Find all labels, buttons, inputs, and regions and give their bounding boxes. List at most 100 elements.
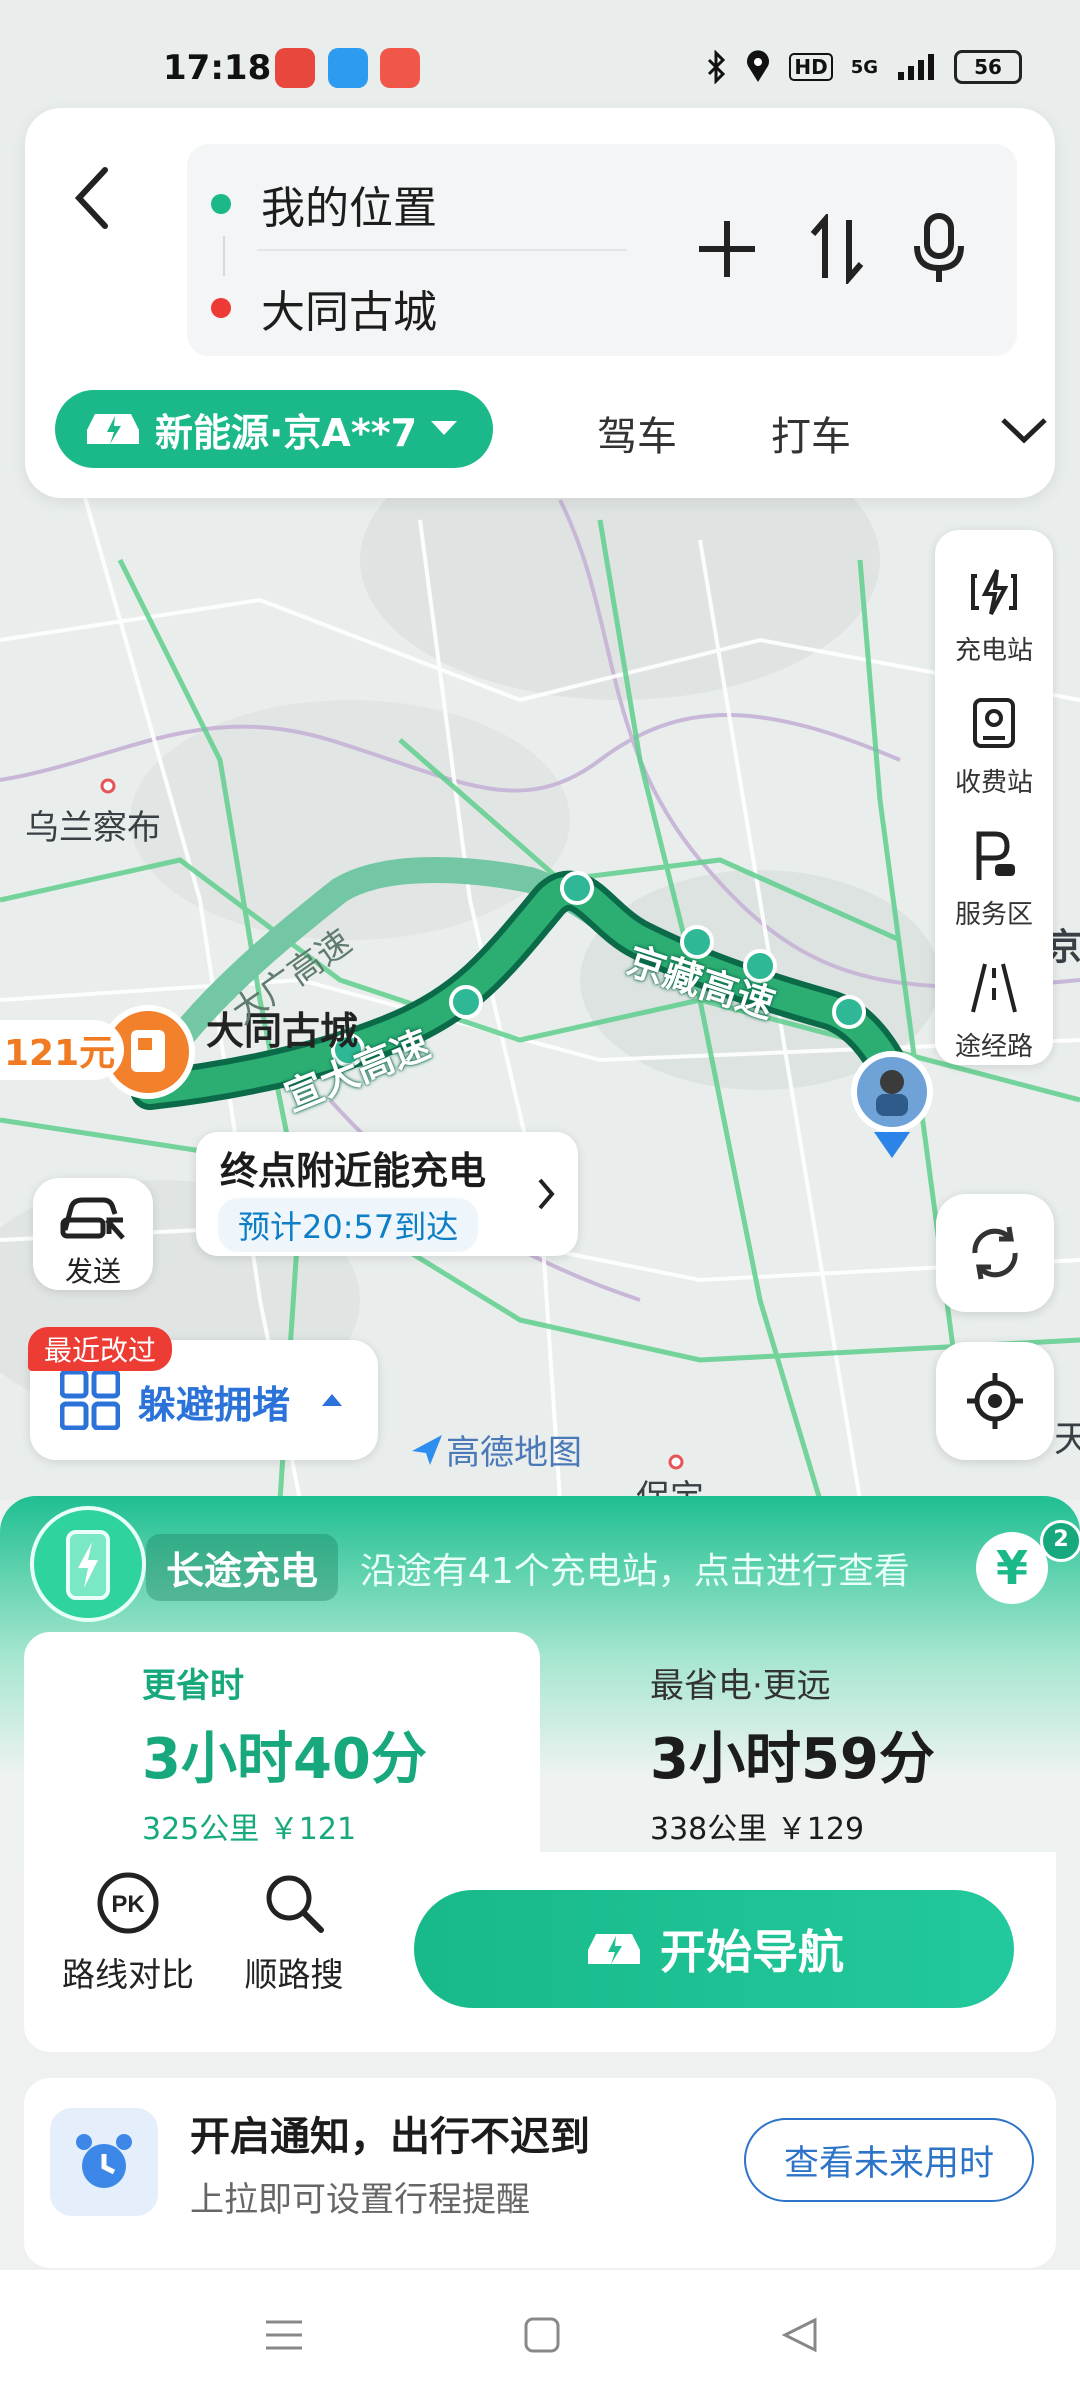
grid-icon: [60, 1370, 120, 1430]
voice-input-button[interactable]: [899, 204, 979, 294]
start-navigation-button[interactable]: 开始导航: [414, 1890, 1014, 2008]
caret-up-icon: [322, 1394, 342, 1406]
route-option-efficient[interactable]: 最省电·更远 3小时59分 338公里 ￥129: [540, 1632, 1056, 1852]
add-waypoint-button[interactable]: [687, 204, 767, 294]
refresh-route-button[interactable]: [936, 1194, 1054, 1312]
charging-icon: [971, 569, 1017, 615]
route-divider: [257, 249, 627, 251]
pk-icon: PK: [97, 1872, 159, 1934]
network-type: 5G: [850, 56, 878, 78]
map-layer-toolbar: 充电站 收费站 服务区 途经路: [935, 530, 1053, 1065]
refresh-icon: [972, 1226, 1018, 1280]
long-charge-description: 沿途有41个充电站，点击进行查看: [360, 1551, 910, 1592]
route-option-time: 3小时59分: [650, 1727, 935, 1792]
route-option-fastest[interactable]: 更省时 3小时40分 325公里 ￥121: [24, 1632, 540, 1852]
view-future-time-button[interactable]: 查看未来用时: [744, 2118, 1034, 2202]
tool-label: 服务区: [954, 900, 1033, 930]
tool-charging-station[interactable]: 充电站: [935, 550, 1053, 680]
battery-charge-icon: [30, 1506, 146, 1622]
ev-car-icon: [87, 414, 139, 444]
route-action-card: PK 路线对比 顺路搜 开始导航: [24, 1852, 1056, 2052]
route-compare-label: 路线对比: [62, 1955, 194, 1994]
alarm-icon: [76, 2134, 132, 2188]
home-nav-button[interactable]: [512, 2310, 572, 2360]
send-label: 发送: [64, 1255, 121, 1288]
tab-drive[interactable]: 驾车: [597, 404, 677, 462]
toll-station-icon: [973, 698, 1015, 748]
menu-nav-button[interactable]: [254, 2310, 314, 2360]
destination-text: 大同古城: [261, 287, 437, 338]
route-compare-button[interactable]: PK 路线对比: [58, 1870, 198, 1996]
tool-via-road[interactable]: 途经路: [935, 946, 1053, 1076]
bluetooth-icon: [708, 50, 726, 84]
ev-car-icon: [588, 1934, 640, 1964]
callout-title: 终点附近能充电: [220, 1149, 487, 1193]
route-options: 更省时 3小时40分 325公里 ￥121 最省电·更远 3小时59分 338公…: [24, 1632, 1056, 1852]
swap-icon: [810, 214, 864, 284]
callout-eta: 预计20:57到达: [218, 1198, 479, 1252]
route-option-meta: 325公里 ￥121: [142, 1812, 357, 1847]
destination-dot: [211, 298, 231, 318]
car-send-icon: [60, 1197, 125, 1240]
status-bar: 17:18 HD 5G 56: [0, 40, 1080, 100]
battery-icon: 56: [954, 50, 1022, 84]
route-option-label: 最省电·更远: [650, 1666, 831, 1706]
route-option-label: 更省时: [142, 1666, 244, 1706]
avoid-congestion-label: 躲避拥堵: [138, 1383, 291, 1427]
road-icon: [971, 963, 1017, 1013]
location-icon: [747, 50, 770, 82]
signal-icon: [898, 54, 934, 80]
tool-toll-station[interactable]: 收费站: [935, 682, 1053, 812]
place-label-ulanqab: 乌兰察布: [25, 808, 161, 848]
long-charge-banner[interactable]: 长途充电 沿途有41个充电站，点击进行查看 ¥ 2: [30, 1506, 1080, 1626]
locate-me-button[interactable]: [936, 1342, 1054, 1460]
tab-taxi[interactable]: 打车: [771, 404, 851, 462]
route-option-meta: 338公里 ￥129: [650, 1812, 865, 1847]
coupon-icon[interactable]: ¥: [976, 1532, 1048, 1604]
notification-app-icon: [275, 48, 315, 88]
swap-route-button[interactable]: [797, 204, 877, 294]
back-triangle-icon: [781, 2317, 817, 2353]
amap-brand-label: 高德地图: [446, 1433, 582, 1473]
destination-charging-callout[interactable]: 终点附近能充电 预计20:57到达: [196, 1132, 578, 1256]
vehicle-selector[interactable]: 新能源·京A**7: [55, 390, 493, 468]
route-inputs: 我的位置 大同古城: [187, 144, 1017, 356]
back-arrow-icon[interactable]: [65, 158, 125, 238]
chevron-right-icon: [538, 1178, 555, 1210]
music-app-icon: [380, 48, 420, 88]
home-square-icon: [524, 2317, 560, 2353]
route-search-card: 我的位置 大同古城 新能源·京A**7 驾车 打车: [25, 108, 1055, 498]
route-bottom-sheet: 长途充电 沿途有41个充电站，点击进行查看 ¥ 2 更省时 3小时40分 325…: [0, 1496, 1080, 2400]
tool-label: 充电站: [954, 636, 1033, 666]
hd-icon: HD: [789, 53, 833, 81]
travel-mode-row: 新能源·京A**7 驾车 打车: [55, 390, 1055, 470]
along-search-label: 顺路搜: [244, 1955, 344, 1994]
notification-app-icon: [328, 48, 368, 88]
start-navigation-label: 开始导航: [660, 1925, 844, 1979]
bolt-icon: [66, 1530, 110, 1600]
destination-field[interactable]: 大同古城: [211, 268, 437, 348]
notification-subtitle: 上拉即可设置行程提醒: [190, 2180, 530, 2220]
amap-logo-icon: [412, 1434, 442, 1465]
system-navigation-bar: [0, 2270, 1080, 2400]
destination-price-tag[interactable]: 121元: [0, 1020, 124, 1080]
service-area-icon: [976, 831, 1015, 880]
tool-label: 收费站: [954, 768, 1033, 798]
menu-icon: [266, 2320, 302, 2350]
caret-down-icon: [431, 421, 458, 435]
origin-field[interactable]: 我的位置: [211, 164, 437, 244]
notification-card[interactable]: 开启通知，出行不迟到 上拉即可设置行程提醒 查看未来用时: [24, 2078, 1056, 2268]
send-to-car-button[interactable]: 发送: [33, 1178, 153, 1290]
tool-service-area[interactable]: 服务区: [935, 814, 1053, 944]
amap-brand: 高德地图: [408, 1425, 582, 1474]
alarm-clock-icon: [50, 2108, 158, 2216]
notification-title: 开启通知，出行不迟到: [190, 2114, 590, 2160]
vehicle-label: 新能源·京A**7: [155, 410, 418, 455]
along-search-button[interactable]: 顺路搜: [224, 1870, 364, 1996]
coupon-count-badge: 2: [1040, 1520, 1080, 1562]
route-option-time: 3小时40分: [142, 1727, 427, 1792]
recent-change-badge: 最近改过: [28, 1327, 173, 1371]
back-nav-button[interactable]: [770, 2310, 830, 2360]
search-icon: [266, 1875, 324, 1933]
chevron-down-icon[interactable]: [999, 414, 1049, 444]
